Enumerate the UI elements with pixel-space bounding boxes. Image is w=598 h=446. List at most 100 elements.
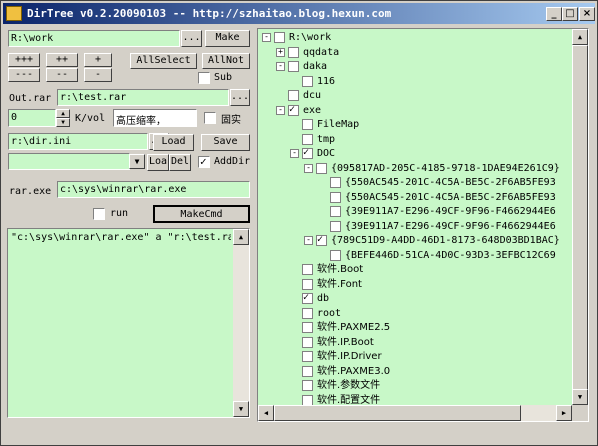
tree-row[interactable]: FileMap	[258, 118, 572, 132]
volsize-input[interactable]: 0	[8, 109, 56, 127]
tree-row-checkbox[interactable]	[288, 103, 299, 116]
tree-scroll-left[interactable]: ◀	[258, 405, 274, 421]
collapse-icon[interactable]: -	[304, 163, 313, 173]
tree-row-checkbox[interactable]	[302, 322, 313, 333]
command-output[interactable]: "c:\sys\winrar\rar.exe" a "r:\test.ra ▲ …	[7, 228, 250, 418]
volsize-up-button[interactable]: ▲	[56, 109, 70, 118]
tree-row-checkbox[interactable]	[302, 119, 313, 130]
collapse-all-button[interactable]: ---	[8, 68, 40, 82]
tree-row[interactable]: {39E911A7-E296-49CF-9F96-F4662944E6	[258, 205, 572, 219]
tree-row-checkbox[interactable]	[302, 133, 313, 145]
folder-tree[interactable]: - R:\work + qqdata - daka 116 dcu - exe FileMap tmp…	[257, 28, 589, 422]
tree-row-checkbox[interactable]	[302, 380, 313, 391]
tree-row-checkbox[interactable]	[302, 394, 313, 406]
collapse-icon[interactable]: -	[262, 33, 271, 42]
tree-row-checkbox[interactable]	[302, 291, 313, 304]
collapse-one-button[interactable]: -	[84, 68, 112, 82]
del-button[interactable]: Del	[169, 154, 191, 171]
tree-row[interactable]: tmp	[258, 133, 572, 147]
collapse-icon[interactable]: -	[276, 62, 285, 71]
collapse-icon[interactable]: -	[290, 149, 299, 158]
tree-hscrollbar[interactable]: ◀ ▶	[258, 405, 572, 421]
tree-hscroll-thumb[interactable]	[274, 405, 521, 421]
tree-row[interactable]: 软件.Font	[258, 278, 572, 292]
tree-scroll-down[interactable]: ▼	[572, 389, 588, 405]
make-button[interactable]: Make	[205, 30, 250, 47]
tree-row[interactable]: - {095817AD-205C-4185-9718-1DAE94E261C9}	[258, 162, 572, 176]
tree-vscroll-thumb[interactable]	[572, 45, 588, 390]
collapse-icon[interactable]: -	[276, 105, 285, 115]
tree-row-checkbox[interactable]	[274, 32, 285, 43]
tree-row-checkbox[interactable]	[302, 336, 313, 348]
tree-row-checkbox[interactable]	[302, 278, 313, 290]
tree-row[interactable]: {550AC545-201C-4C5A-BE5C-2F6AB5FE93	[258, 176, 572, 190]
tree-row-checkbox[interactable]	[330, 249, 341, 261]
tree-row-checkbox[interactable]	[302, 75, 313, 87]
tree-row-checkbox[interactable]	[330, 206, 341, 217]
expand-two-button[interactable]: ++	[46, 53, 78, 67]
tree-row-checkbox[interactable]	[288, 46, 299, 58]
tree-row-checkbox[interactable]	[302, 351, 313, 362]
collapse-icon[interactable]: -	[304, 236, 313, 245]
close-button[interactable]: ×	[579, 7, 595, 21]
tree-row[interactable]: 软件.参数文件	[258, 379, 572, 393]
profile-combo-dropdown[interactable]: ▼	[129, 154, 145, 169]
maximize-button[interactable]: □	[562, 7, 578, 21]
tree-row[interactable]: {550AC545-201C-4C5A-BE5C-2F6AB5FE93	[258, 191, 572, 205]
tree-row[interactable]: root	[258, 307, 572, 321]
rarexe-input[interactable]: c:\sys\winrar\rar.exe	[57, 181, 250, 198]
compress-select[interactable]: 高压缩率，	[113, 109, 197, 127]
sub-checkbox[interactable]	[198, 72, 210, 84]
load-button[interactable]: Load	[153, 134, 194, 151]
output-scroll-down[interactable]: ▼	[233, 401, 249, 417]
loa-button[interactable]: Loa	[147, 154, 169, 171]
tree-row[interactable]: - DOC	[258, 146, 572, 161]
outrar-browse-button[interactable]: ...	[230, 89, 250, 106]
tree-scroll-right[interactable]: ▶	[556, 405, 572, 421]
makecmd-button[interactable]: MakeCmd	[153, 205, 250, 223]
title-bar[interactable]: DirTree v0.2.20090103 -- http://szhaitao…	[3, 3, 595, 24]
output-vscrollbar[interactable]: ▲ ▼	[233, 229, 249, 417]
tree-row[interactable]: 软件.PAXME2.5	[258, 321, 572, 335]
tree-row-checkbox[interactable]	[288, 61, 299, 72]
ini-input[interactable]: r:\dir.ini	[8, 133, 148, 150]
tree-row[interactable]: 软件.IP.Boot	[258, 336, 572, 350]
tree-row[interactable]: - daka	[258, 60, 572, 74]
expand-icon[interactable]: +	[276, 47, 285, 57]
tree-row-checkbox[interactable]	[330, 220, 341, 232]
tree-row[interactable]: - exe	[258, 103, 572, 118]
tree-row[interactable]: - {789C51D9-A4DD-46D1-8173-648D03BD1BAC}	[258, 233, 572, 248]
adddir-checkbox[interactable]	[198, 155, 210, 168]
tree-row[interactable]: dcu	[258, 89, 572, 103]
all-not-button[interactable]: AllNot	[202, 53, 250, 69]
tree-row[interactable]: 软件.PAXME3.0	[258, 365, 572, 379]
tree-row-checkbox[interactable]	[330, 177, 341, 188]
tree-row[interactable]: {39E911A7-E296-49CF-9F96-F4662944E6	[258, 220, 572, 234]
output-scroll-up[interactable]: ▲	[233, 229, 249, 245]
tree-row-checkbox[interactable]	[302, 264, 313, 275]
all-select-button[interactable]: AllSelect	[130, 53, 197, 69]
tree-row[interactable]: + qqdata	[258, 46, 572, 60]
expand-one-button[interactable]: +	[84, 53, 112, 67]
tree-scroll-up[interactable]: ▲	[572, 29, 588, 45]
outrar-input[interactable]: r:\test.rar	[57, 89, 229, 106]
expand-all-button[interactable]: +++	[8, 53, 40, 67]
tree-row[interactable]: - R:\work	[258, 31, 572, 45]
minimize-button[interactable]: _	[546, 7, 562, 21]
tree-row-checkbox[interactable]	[302, 307, 313, 319]
tree-row[interactable]: 软件.IP.Driver	[258, 350, 572, 364]
run-checkbox[interactable]	[93, 208, 105, 220]
tree-row-checkbox[interactable]	[302, 146, 313, 159]
tree-row[interactable]: 软件.Boot	[258, 263, 572, 277]
tree-vscrollbar[interactable]: ▲ ▼	[572, 29, 588, 405]
tree-row-checkbox[interactable]	[288, 90, 299, 101]
collapse-two-button[interactable]: --	[46, 68, 78, 82]
save-button[interactable]: Save	[201, 134, 250, 151]
path-browse-button[interactable]: ...	[181, 30, 202, 47]
solid-checkbox[interactable]	[204, 112, 216, 124]
path-input[interactable]: R:\work	[8, 30, 180, 47]
tree-row[interactable]: 116	[258, 75, 572, 89]
tree-row-checkbox[interactable]	[316, 233, 327, 246]
tree-row-checkbox[interactable]	[302, 365, 313, 377]
profile-combo[interactable]	[8, 153, 130, 170]
